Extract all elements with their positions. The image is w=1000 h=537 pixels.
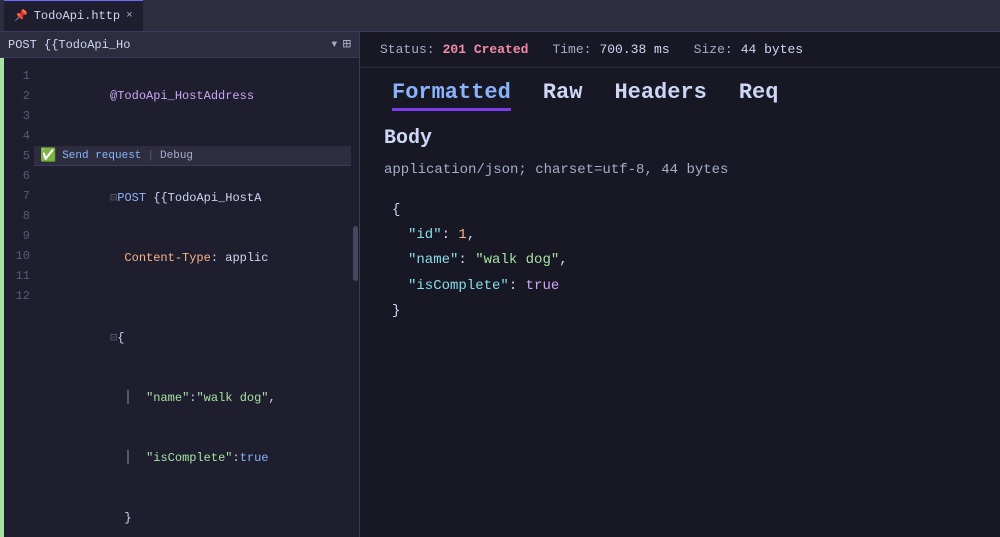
response-body: Body application/json; charset=utf-8, 44… [360, 111, 1000, 537]
editor-panel: POST {{TodoApi_Ho ▾ ⊞ 1 2 3 4 5 6 7 8 [0, 32, 360, 537]
request-bar-icons: ▾ ⊞ [330, 36, 351, 53]
code-area[interactable]: 1 2 3 4 5 6 7 8 9 10 11 12 @TodoApi_Host… [0, 58, 359, 537]
send-request-bar: ✅ Send request | Debug [34, 146, 351, 166]
code-line: ┃ "isComplete":true [34, 428, 351, 488]
method-label: POST {{TodoApi_Ho [8, 38, 130, 52]
tab-formatted[interactable]: Formatted [376, 76, 527, 111]
tab-bar: 📌 TodoApi.http × [0, 0, 1000, 32]
size-label: Size: [694, 42, 733, 57]
json-open-brace: { [392, 198, 976, 223]
code-line [34, 126, 351, 146]
json-id-line: "id": 1, [392, 223, 976, 248]
main-area: POST {{TodoApi_Ho ▾ ⊞ 1 2 3 4 5 6 7 8 [0, 32, 1000, 537]
request-bar: POST {{TodoApi_Ho ▾ ⊞ [0, 32, 359, 58]
time-value: 700.38 ms [599, 42, 669, 57]
separator: | [147, 150, 154, 162]
status-label: Status: [380, 42, 435, 57]
json-iscomplete-line: "isComplete": true [392, 274, 976, 299]
pin-icon: 📌 [14, 9, 28, 23]
code-editor[interactable]: @TodoApi_HostAddress ✅ Send request | De… [34, 58, 351, 537]
tab-raw[interactable]: Raw [527, 76, 599, 111]
line-numbers: 1 2 3 4 5 6 7 8 9 10 11 12 [4, 58, 34, 537]
code-line: ⊟POST {{TodoApi_HostA [34, 168, 351, 228]
send-request-link[interactable]: Send request [62, 150, 141, 162]
tab-req[interactable]: Req [723, 76, 795, 111]
json-block: { "id": 1, "name": "walk dog", "isComple… [384, 198, 976, 324]
response-panel: Status: 201 Created Time: 700.38 ms Size… [360, 32, 1000, 537]
split-icon[interactable]: ⊞ [343, 36, 351, 53]
debug-link[interactable]: Debug [160, 150, 193, 162]
code-line [34, 288, 351, 308]
close-icon[interactable]: × [126, 10, 133, 22]
code-line: } [34, 488, 351, 537]
body-label: Body [384, 127, 976, 150]
size-value: 44 bytes [741, 42, 803, 57]
status-bar: Status: 201 Created Time: 700.38 ms Size… [360, 32, 1000, 68]
json-name-line: "name": "walk dog", [392, 248, 976, 273]
code-line: @TodoApi_HostAddress [34, 66, 351, 126]
dropdown-icon[interactable]: ▾ [330, 36, 338, 53]
check-icon: ✅ [40, 148, 56, 163]
time-label: Time: [552, 42, 591, 57]
tab-title: TodoApi.http [34, 9, 120, 23]
status-value: 201 Created [443, 42, 529, 57]
response-tabs: Formatted Raw Headers Req [360, 68, 1000, 111]
code-line: Content-Type: applic [34, 228, 351, 288]
file-tab[interactable]: 📌 TodoApi.http × [4, 0, 143, 31]
content-type: application/json; charset=utf-8, 44 byte… [384, 162, 976, 178]
code-line: ⊟{ [34, 308, 351, 368]
code-line: ┃ "name":"walk dog", [34, 368, 351, 428]
tab-headers[interactable]: Headers [598, 76, 722, 111]
json-close-brace: } [392, 299, 976, 324]
